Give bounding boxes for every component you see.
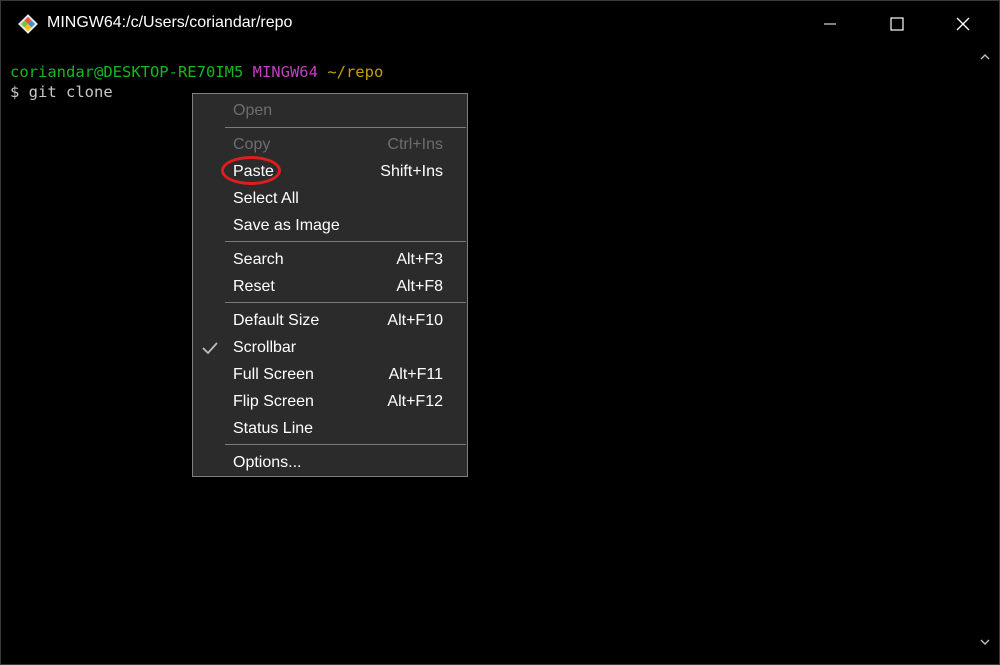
menu-item-label: Status Line (233, 420, 314, 437)
chevron-down-icon (980, 639, 990, 645)
context-menu[interactable]: Open Copy Ctrl+Ins Paste Shift+Ins Selec… (192, 93, 468, 477)
menu-item-save-as-image[interactable]: Save as Image (193, 213, 467, 239)
vertical-scrollbar[interactable] (975, 46, 995, 656)
menu-item-shortcut: Shift+Ins (380, 163, 443, 180)
menu-item-status-line[interactable]: Status Line (193, 416, 467, 442)
menu-item-label: Scrollbar (233, 339, 297, 356)
menu-item-label: Copy (233, 136, 271, 153)
terminal-window[interactable]: MINGW64:/c/Users/coriandar/repo corianda… (0, 0, 1000, 665)
menu-item-label: Full Screen (233, 366, 314, 383)
checkmark-icon (202, 342, 218, 355)
menu-item-label: Flip Screen (233, 393, 314, 410)
window-title: MINGW64:/c/Users/coriandar/repo (47, 14, 293, 31)
maximize-icon (890, 16, 904, 31)
close-button[interactable] (931, 1, 995, 46)
paste-highlight-annotation (221, 156, 281, 185)
menu-item-shortcut: Alt+F11 (388, 366, 443, 383)
menu-item-default-size[interactable]: Default Size Alt+F10 (193, 308, 467, 334)
menu-item-shortcut: Alt+F3 (396, 251, 443, 268)
menu-item-search[interactable]: Search Alt+F3 (193, 247, 467, 273)
menu-separator (225, 241, 466, 242)
prompt-env: MINGW64 (252, 63, 318, 81)
menu-item-label: Default Size (233, 312, 320, 329)
minimize-icon (824, 23, 836, 24)
menu-item-full-screen[interactable]: Full Screen Alt+F11 (193, 362, 467, 388)
maximize-button[interactable] (865, 1, 929, 46)
prompt-user: coriandar@DESKTOP-RE70IM5 (10, 63, 244, 81)
scroll-down-button[interactable] (975, 631, 995, 653)
menu-item-label: Search (233, 251, 284, 268)
menu-item-shortcut: Ctrl+Ins (387, 136, 443, 153)
menu-item-shortcut: Alt+F12 (387, 393, 443, 410)
prompt-path: ~/repo (327, 63, 384, 81)
menu-item-options[interactable]: Options... (193, 450, 467, 476)
menu-item-reset[interactable]: Reset Alt+F8 (193, 274, 467, 300)
command-line: $ git clone (10, 83, 113, 101)
menu-item-label: Save as Image (233, 217, 340, 234)
menu-item-label: Select All (233, 190, 299, 207)
close-icon (956, 17, 970, 30)
terminal-output[interactable]: coriandar@DESKTOP-RE70IM5 MINGW64 ~/repo… (1, 46, 973, 656)
title-bar[interactable]: MINGW64:/c/Users/coriandar/repo (1, 1, 999, 46)
menu-item-label: Open (233, 102, 273, 119)
menu-separator (225, 302, 466, 303)
prompt-line: coriandar@DESKTOP-RE70IM5 MINGW64 ~/repo (10, 63, 383, 83)
menu-item-shortcut: Alt+F8 (396, 278, 443, 295)
menu-item-select-all[interactable]: Select All (193, 186, 467, 212)
scroll-up-button[interactable] (975, 46, 995, 68)
minimize-button[interactable] (798, 1, 862, 46)
menu-item-label: Reset (233, 278, 275, 295)
menu-item-label: Options... (233, 454, 302, 471)
menu-item-open[interactable]: Open (193, 98, 467, 124)
git-bash-icon (18, 14, 38, 34)
menu-item-scrollbar[interactable]: Scrollbar (193, 335, 467, 361)
menu-separator (225, 127, 466, 128)
menu-item-copy[interactable]: Copy Ctrl+Ins (193, 132, 467, 158)
menu-item-flip-screen[interactable]: Flip Screen Alt+F12 (193, 389, 467, 415)
menu-item-shortcut: Alt+F10 (387, 312, 443, 329)
chevron-up-icon (980, 54, 990, 60)
menu-separator (225, 444, 466, 445)
